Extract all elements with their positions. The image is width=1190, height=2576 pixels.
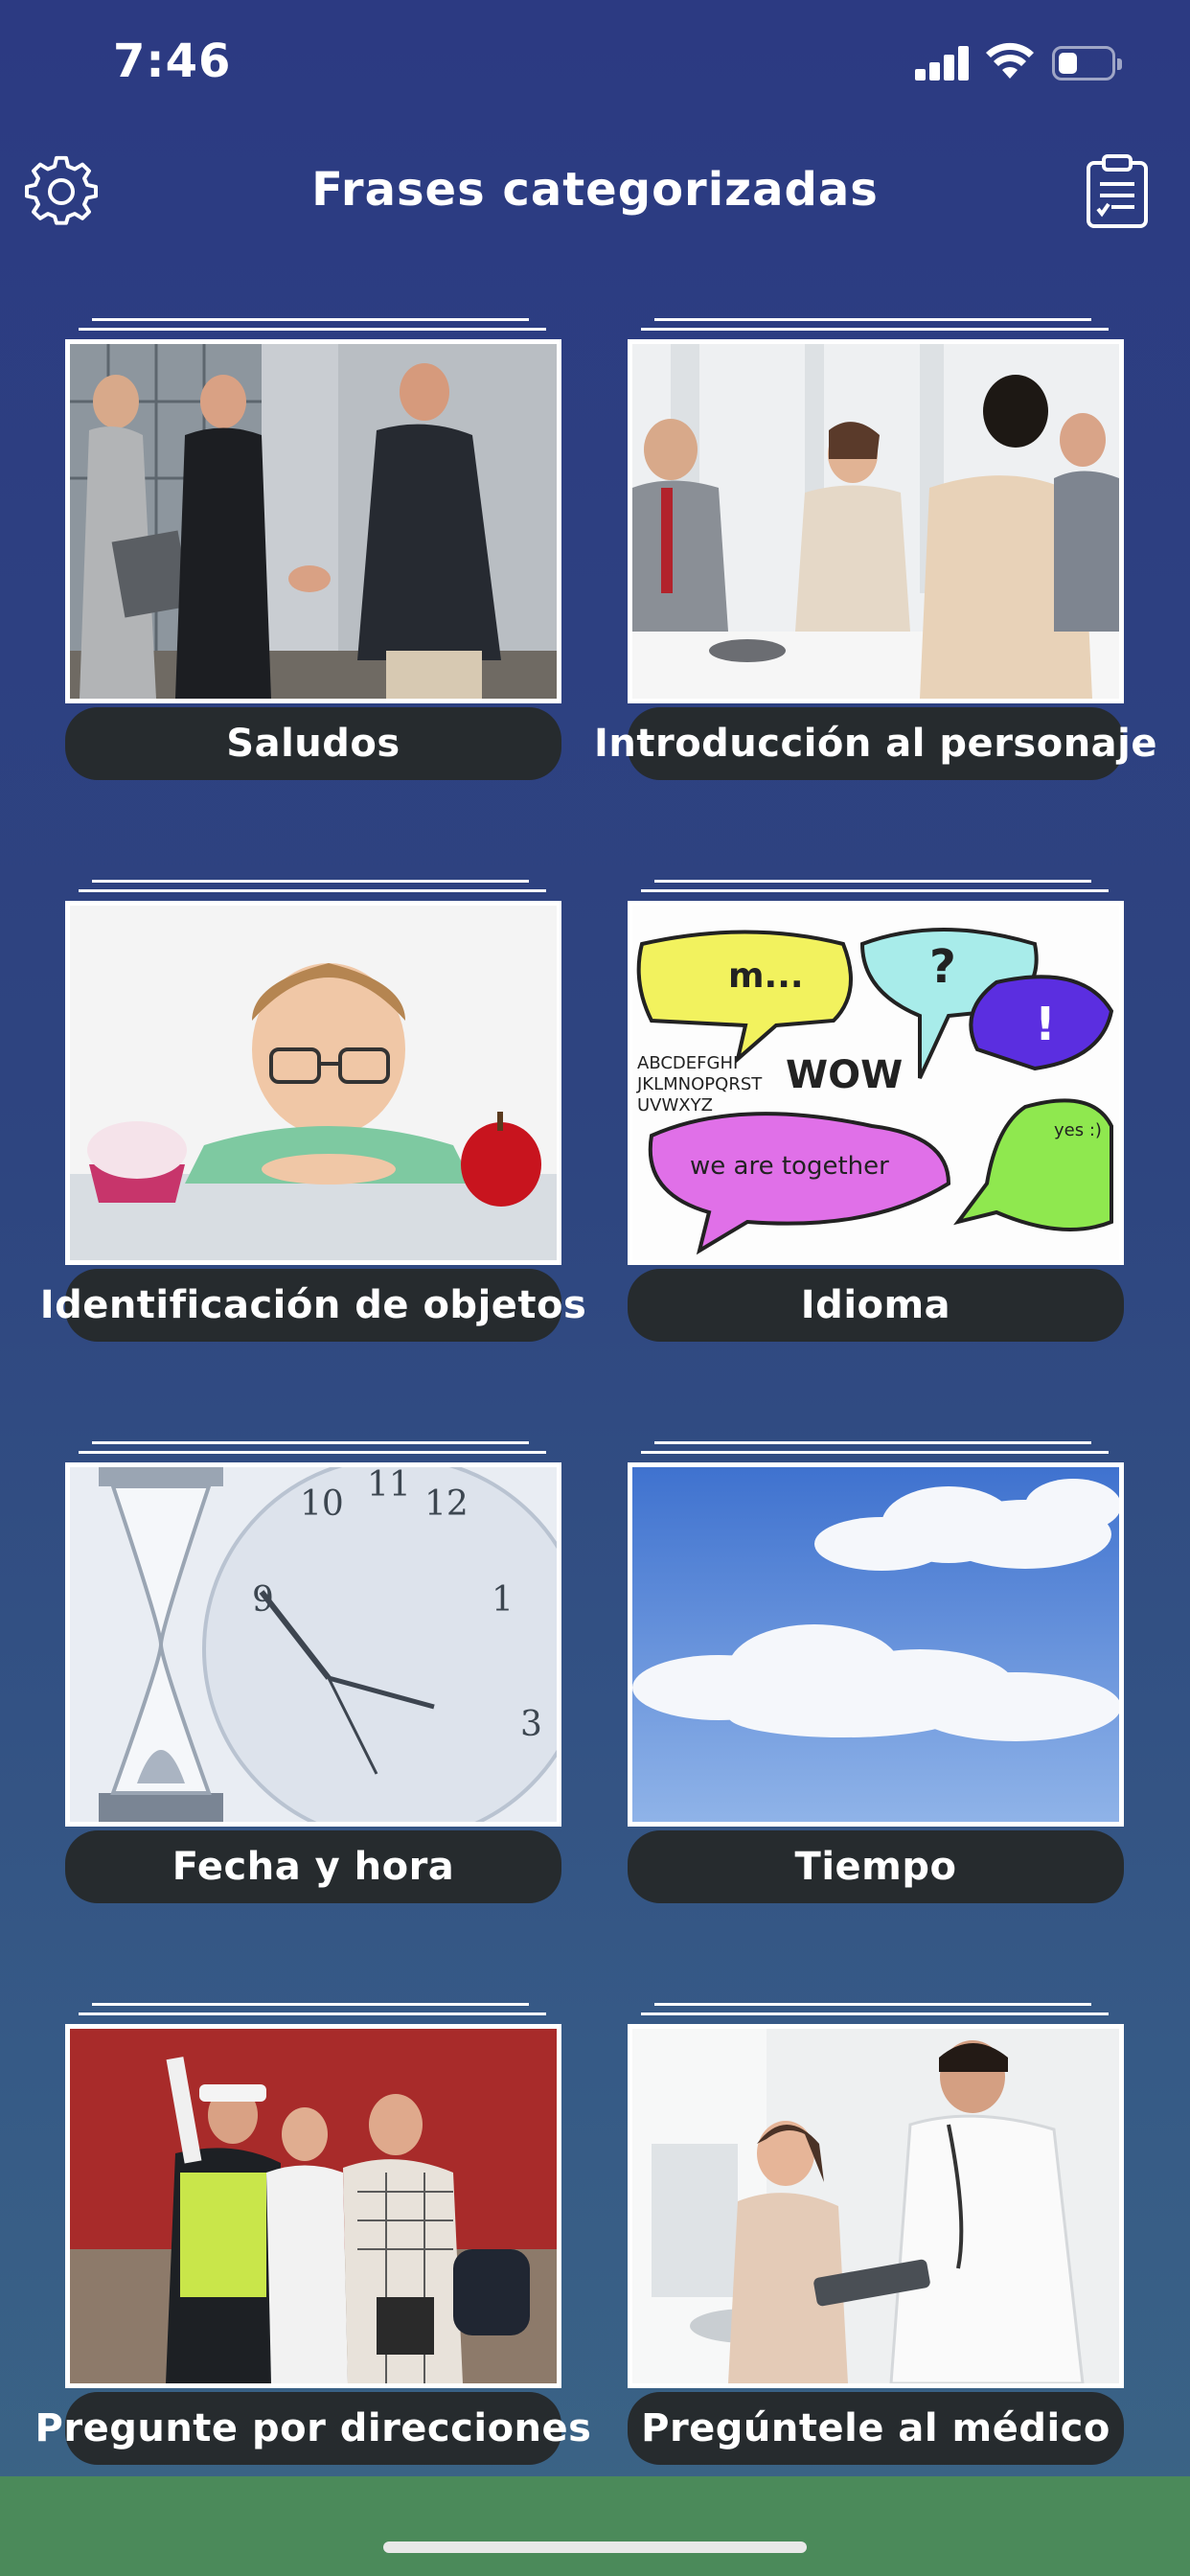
category-image <box>65 339 561 703</box>
category-tile-identificacion[interactable]: Identificación de objetos <box>40 880 586 1342</box>
category-label: Tiempo <box>628 1830 1124 1903</box>
svg-text:?: ? <box>929 940 956 994</box>
category-image <box>628 339 1124 703</box>
category-image <box>65 901 561 1265</box>
category-tile-idioma[interactable]: ABCDEFGHI JKLMNOPQRST UVWXYZ WOW we are to… <box>628 880 1124 1342</box>
svg-text:ABCDEFGHI: ABCDEFGHI <box>637 1053 738 1073</box>
clipboard-icon[interactable] <box>1083 153 1152 230</box>
category-image <box>628 2024 1124 2388</box>
wifi-icon <box>986 42 1034 79</box>
category-image <box>628 1462 1124 1827</box>
category-label: Idioma <box>628 1269 1124 1342</box>
category-tile-introduccion[interactable]: Introducción al personaje <box>594 318 1157 780</box>
category-tile-tiempo[interactable]: Tiempo <box>628 1441 1124 1903</box>
svg-text:UVWXYZ: UVWXYZ <box>637 1095 713 1116</box>
svg-text:we are together: we are together <box>690 1152 889 1181</box>
page-title: Frases categorizadas <box>311 163 879 217</box>
category-label: Pregúntele al médico <box>628 2392 1124 2465</box>
svg-text:m...: m... <box>728 956 804 996</box>
svg-text:3: 3 <box>520 1705 542 1744</box>
battery-icon <box>1052 46 1122 80</box>
category-image: ABCDEFGHI JKLMNOPQRST UVWXYZ WOW we are to… <box>628 901 1124 1265</box>
svg-text:1: 1 <box>492 1580 514 1620</box>
category-tile-saludos[interactable]: Saludos <box>65 318 561 780</box>
category-tile-fecha-hora[interactable]: 10 11 12 913 Fecha y hora <box>65 1441 561 1903</box>
svg-text:yes :): yes :) <box>1054 1120 1102 1140</box>
svg-text:11: 11 <box>367 1467 411 1505</box>
category-image <box>65 2024 561 2388</box>
bottom-bar <box>0 2476 1190 2576</box>
status-bar: 7:46 <box>0 0 1190 134</box>
category-label: Saludos <box>65 707 561 780</box>
nav-bar: Frases categorizadas <box>0 134 1190 249</box>
category-label: Fecha y hora <box>65 1830 561 1903</box>
status-time: 7:46 <box>113 34 232 88</box>
category-label: Identificación de objetos <box>40 1269 586 1342</box>
category-image: 10 11 12 913 <box>65 1462 561 1827</box>
category-tile-direcciones[interactable]: Pregunte por direcciones <box>35 2003 591 2465</box>
svg-text:WOW: WOW <box>786 1053 903 1097</box>
cellular-signal-icon <box>915 46 971 80</box>
svg-text:JKLMNOPQRST: JKLMNOPQRST <box>636 1074 763 1094</box>
category-tile-medico[interactable]: Pregúntele al médico <box>628 2003 1124 2465</box>
category-label: Pregunte por direcciones <box>35 2392 591 2465</box>
category-label: Introducción al personaje <box>594 707 1157 780</box>
svg-text:10: 10 <box>300 1484 344 1524</box>
svg-text:!: ! <box>1035 998 1056 1051</box>
svg-text:12: 12 <box>424 1484 469 1524</box>
home-indicator[interactable] <box>383 2542 807 2553</box>
